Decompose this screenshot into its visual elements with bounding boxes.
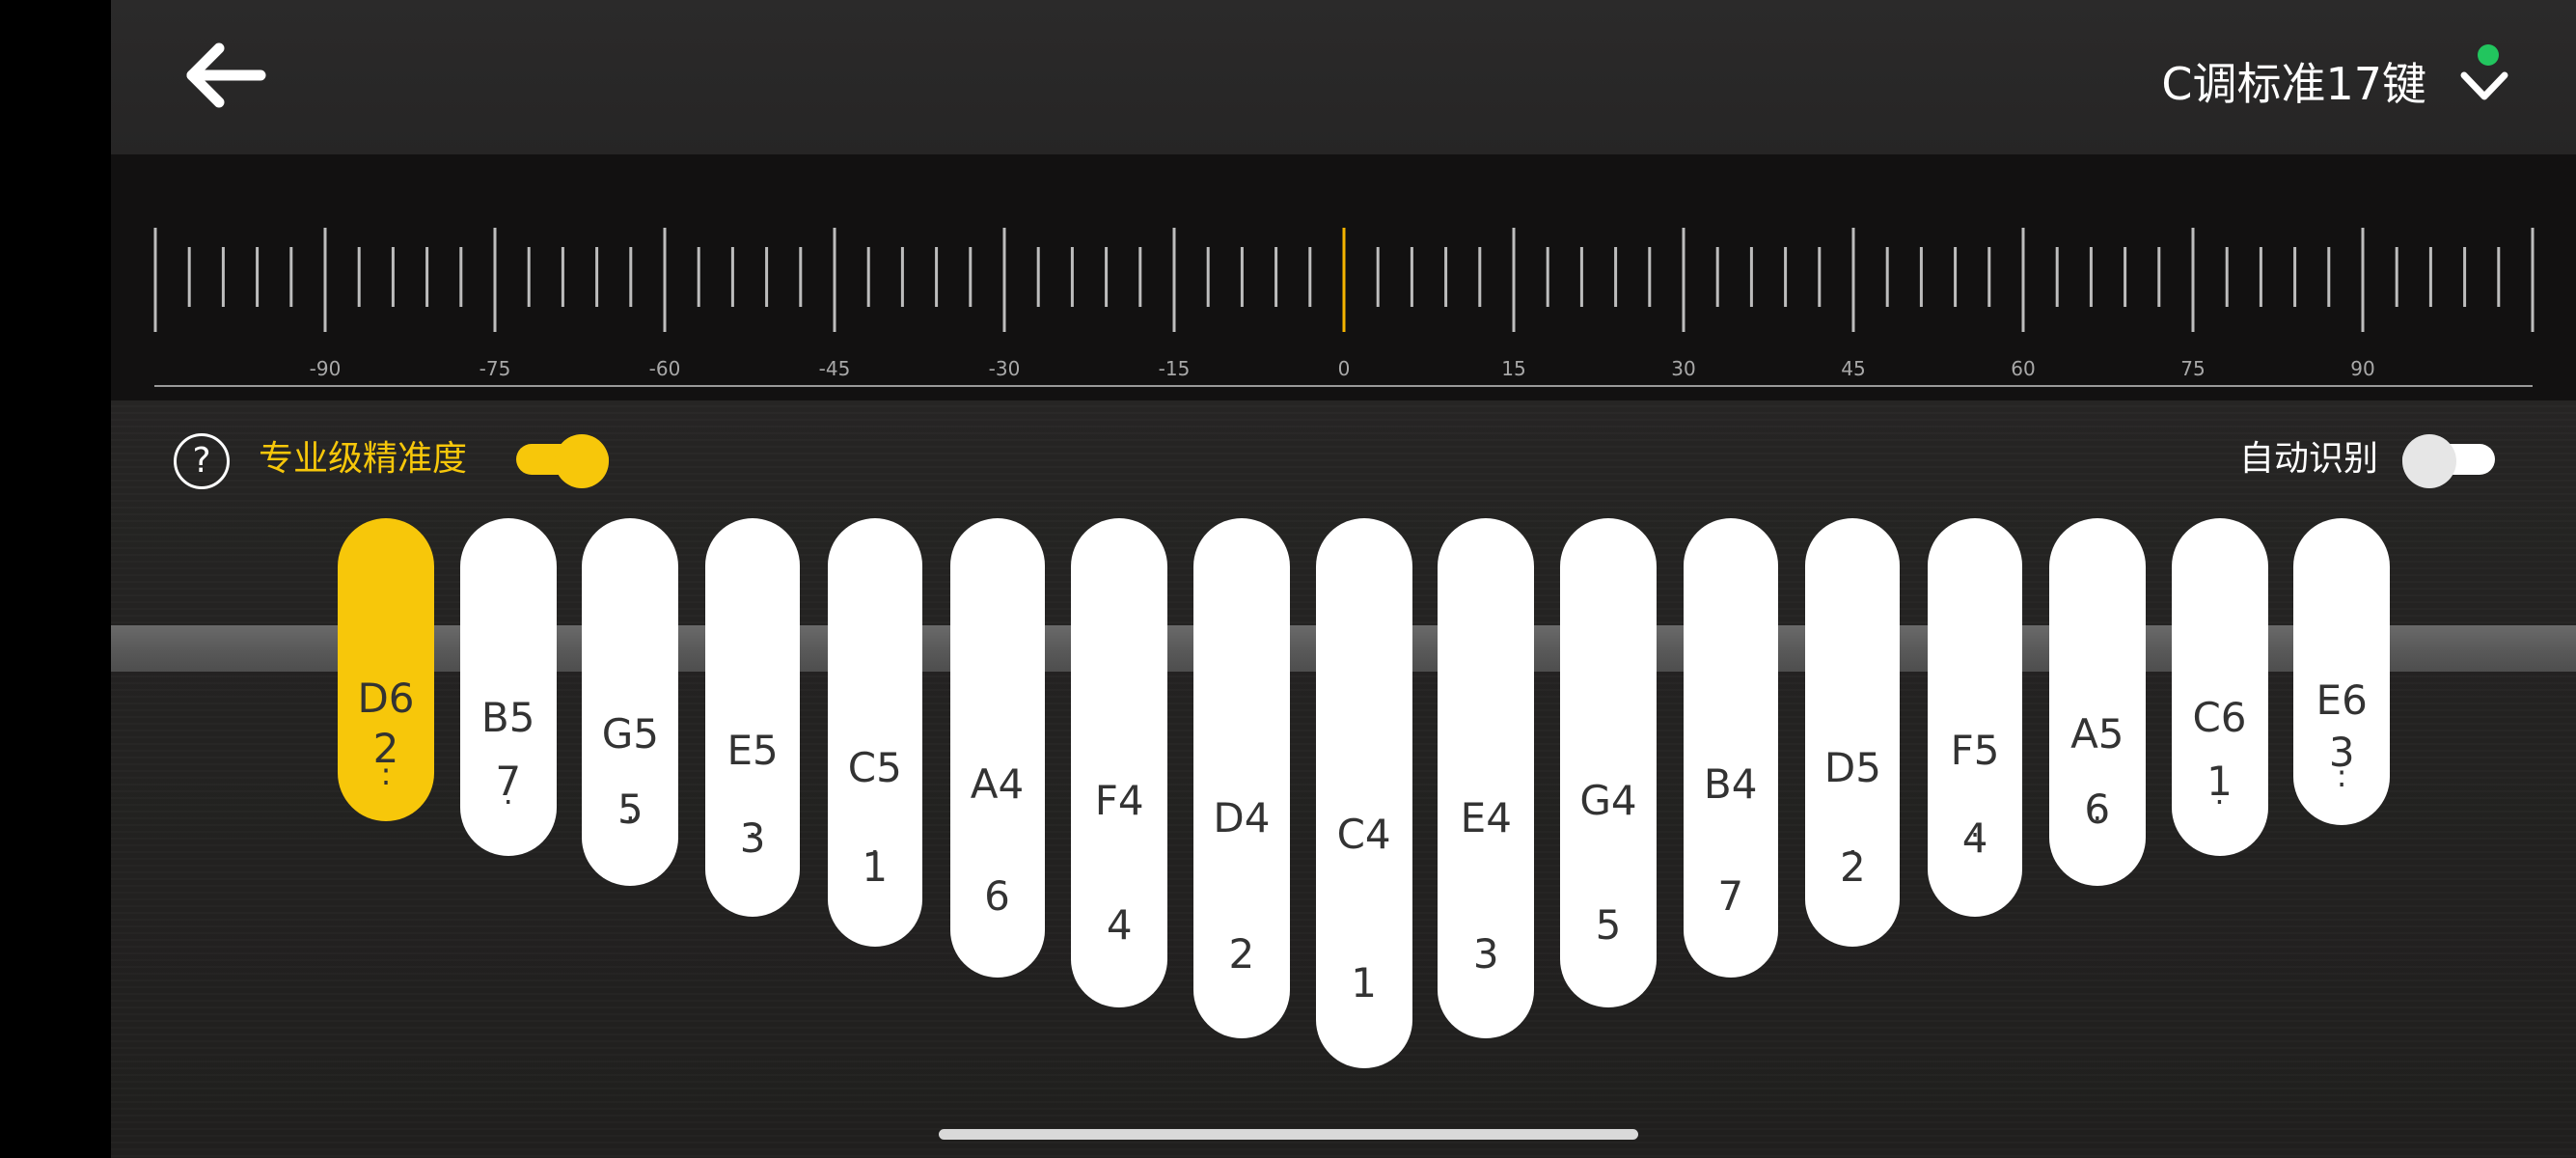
kalimba-key-c5[interactable]: C5. 1 xyxy=(827,518,922,947)
key-note-label: B5 xyxy=(480,693,535,741)
kalimba-key-b4[interactable]: B4 7 xyxy=(1683,518,1778,978)
kalimba-key-d6[interactable]: D6:2 xyxy=(338,518,434,821)
key-note-label: B4 xyxy=(1703,760,1758,809)
kalimba-key-d5[interactable]: D5. 2 xyxy=(1805,518,1901,947)
key-note-label: A5 xyxy=(2070,710,2124,758)
kalimba-key-c6[interactable]: C6. 1 xyxy=(2171,518,2268,856)
tuner-app: C调标准17键 -90 -75 -60 -45 -30 -15 0 15 30 45 60 75 90 … xyxy=(111,0,2576,1158)
kalimba-key-e5[interactable]: E5. 3 xyxy=(705,518,801,917)
key-number-label: 1 xyxy=(862,843,889,892)
key-number-label: 6 xyxy=(2084,786,2111,834)
key-number-label: 4 xyxy=(1961,814,1988,863)
key-note-label: D5 xyxy=(1823,743,1881,791)
kalimba-key-g4[interactable]: G4 5 xyxy=(1560,518,1657,1007)
screen: C调标准17键 -90 -75 -60 -45 -30 -15 0 15 30 45 60 75 90 … xyxy=(0,0,2576,1158)
key-note-label: A4 xyxy=(970,760,1025,809)
key-number-label: 3 xyxy=(2328,728,2355,776)
key-note-label: D4 xyxy=(1213,793,1271,841)
kalimba-key-e4[interactable]: E4 3 xyxy=(1438,518,1535,1038)
kalimba-keys: D6:2 B5. 7 G5. 5 E5. 3 C5. 1 A4 6 F4 4 D4 2 C4 1 E4 3 G4 5 B4… xyxy=(111,0,2576,1158)
kalimba-key-f4[interactable]: F4 4 xyxy=(1071,518,1168,1007)
kalimba-key-b5[interactable]: B5. 7 xyxy=(459,518,557,856)
kalimba-key-a4[interactable]: A4 6 xyxy=(949,518,1045,978)
key-number-label: 7 xyxy=(495,757,522,805)
kalimba-key-c4[interactable]: C4 1 xyxy=(1315,518,1412,1068)
key-note-label: C4 xyxy=(1336,811,1391,858)
kalimba-key-d4[interactable]: D4 2 xyxy=(1192,518,1290,1038)
key-note-label: F5 xyxy=(1950,727,2000,775)
key-note-label: D6 xyxy=(357,675,415,723)
key-number-label: 4 xyxy=(1106,901,1133,950)
key-number-label: 1 xyxy=(2206,757,2233,805)
key-note-label: E5 xyxy=(726,727,779,775)
key-note-label: G4 xyxy=(1579,777,1637,825)
key-number-label: 3 xyxy=(1472,930,1499,979)
key-note-label: C5 xyxy=(847,743,902,791)
key-note-label: E4 xyxy=(1460,793,1512,841)
key-note-label: G5 xyxy=(601,710,660,758)
key-number-label: 6 xyxy=(984,872,1010,921)
key-number-label: 5 xyxy=(1595,901,1622,950)
key-number-label: 1 xyxy=(1351,959,1377,1006)
kalimba-key-e6[interactable]: E6:3 xyxy=(2293,518,2391,825)
key-number-label: 2 xyxy=(1840,843,1866,892)
key-number-label: 3 xyxy=(739,814,766,863)
key-number-label: 2 xyxy=(372,724,399,772)
key-note-label: C6 xyxy=(2192,693,2247,741)
home-indicator[interactable] xyxy=(939,1129,1638,1140)
key-number-label: 7 xyxy=(1717,872,1744,921)
key-number-label: 5 xyxy=(617,786,644,834)
key-note-label: E6 xyxy=(2316,676,2368,725)
kalimba-key-f5[interactable]: F5. 4 xyxy=(1928,518,2023,917)
kalimba-key-g5[interactable]: G5. 5 xyxy=(582,518,679,886)
kalimba-key-a5[interactable]: A5. 6 xyxy=(2048,518,2146,886)
key-note-label: F4 xyxy=(1094,777,1144,825)
key-number-label: 2 xyxy=(1228,930,1255,979)
